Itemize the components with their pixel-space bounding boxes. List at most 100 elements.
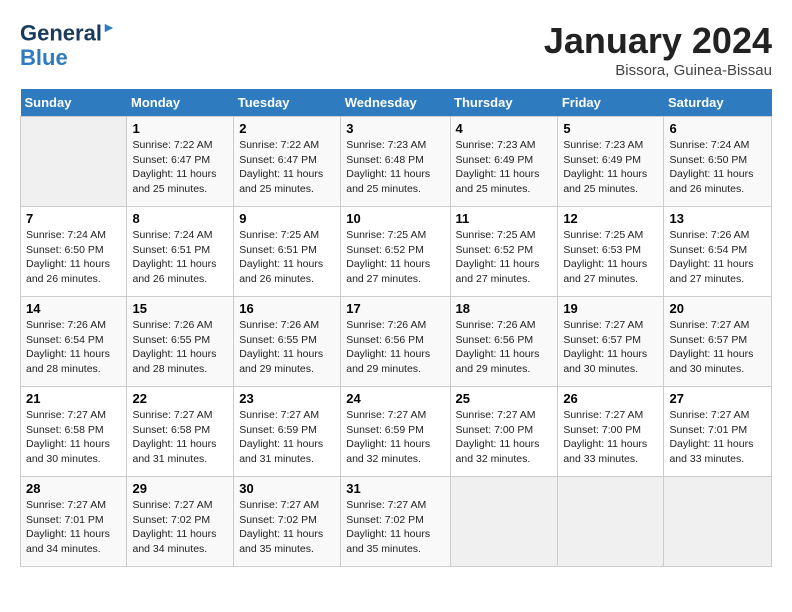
- weekday-monday: Monday: [127, 89, 234, 117]
- day-info: Sunrise: 7:27 AM Sunset: 7:02 PM Dayligh…: [239, 498, 335, 557]
- calendar-cell: 14Sunrise: 7:26 AM Sunset: 6:54 PM Dayli…: [21, 297, 127, 387]
- day-number: 31: [346, 481, 444, 496]
- weekday-wednesday: Wednesday: [341, 89, 450, 117]
- calendar-cell: 6Sunrise: 7:24 AM Sunset: 6:50 PM Daylig…: [664, 117, 772, 207]
- day-number: 27: [669, 391, 766, 406]
- day-info: Sunrise: 7:23 AM Sunset: 6:49 PM Dayligh…: [563, 138, 658, 197]
- calendar-cell: 22 Sunrise: 7:27 AM Sunset: 6:58 PM Dayli…: [127, 387, 234, 477]
- day-number: 18: [456, 301, 553, 316]
- calendar-cell: 4 Sunrise: 7:23 AM Sunset: 6:49 PM Daylig…: [450, 117, 558, 207]
- weekday-tuesday: Tuesday: [234, 89, 341, 117]
- day-info: Sunrise: 7:26 AM Sunset: 6:54 PM Dayligh…: [26, 318, 121, 377]
- weekday-header-row: SundayMondayTuesdayWednesdayThursdayFrid…: [21, 89, 772, 117]
- day-number: 16: [239, 301, 335, 316]
- day-info: Sunrise: 7:25 AM Sunset: 6:52 PM Dayligh…: [456, 228, 553, 287]
- day-info: Sunrise: 7:22 AM Sunset: 6:47 PM Dayligh…: [132, 138, 228, 197]
- day-info: Sunrise: 7:27 AM Sunset: 7:01 PM Dayligh…: [26, 498, 121, 557]
- day-info: Sunrise: 7:26 AM Sunset: 6:54 PM Dayligh…: [669, 228, 766, 287]
- day-number: 26: [563, 391, 658, 406]
- day-number: 23: [239, 391, 335, 406]
- calendar-cell: 5 Sunrise: 7:23 AM Sunset: 6:49 PM Daylig…: [558, 117, 664, 207]
- day-info: Sunrise: 7:27 AM Sunset: 6:57 PM Dayligh…: [669, 318, 766, 377]
- day-info: Sunrise: 7:24 AM Sunset: 6:50 PM Dayligh…: [26, 228, 121, 287]
- calendar-cell: 15 Sunrise: 7:26 AM Sunset: 6:55 PM Dayli…: [127, 297, 234, 387]
- calendar-cell: [664, 477, 772, 567]
- day-info: Sunrise: 7:23 AM Sunset: 6:49 PM Dayligh…: [456, 138, 553, 197]
- calendar-cell: 11 Sunrise: 7:25 AM Sunset: 6:52 PM Dayli…: [450, 207, 558, 297]
- day-number: 20: [669, 301, 766, 316]
- day-number: 12: [563, 211, 658, 226]
- day-number: 11: [456, 211, 553, 226]
- calendar-cell: 19 Sunrise: 7:27 AM Sunset: 6:57 PM Dayli…: [558, 297, 664, 387]
- calendar-cell: 21Sunrise: 7:27 AM Sunset: 6:58 PM Dayli…: [21, 387, 127, 477]
- calendar-cell: 27 Sunrise: 7:27 AM Sunset: 7:01 PM Dayli…: [664, 387, 772, 477]
- calendar-cell: 8 Sunrise: 7:24 AM Sunset: 6:51 PM Daylig…: [127, 207, 234, 297]
- calendar-cell: 20 Sunrise: 7:27 AM Sunset: 6:57 PM Dayli…: [664, 297, 772, 387]
- day-info: Sunrise: 7:23 AM Sunset: 6:48 PM Dayligh…: [346, 138, 444, 197]
- day-number: 3: [346, 121, 444, 136]
- day-number: 29: [132, 481, 228, 496]
- day-info: Sunrise: 7:27 AM Sunset: 6:58 PM Dayligh…: [26, 408, 121, 467]
- day-number: 24: [346, 391, 444, 406]
- day-number: 22: [132, 391, 228, 406]
- day-number: 5: [563, 121, 658, 136]
- calendar-cell: 12 Sunrise: 7:25 AM Sunset: 6:53 PM Dayli…: [558, 207, 664, 297]
- week-row-5: 28 Sunrise: 7:27 AM Sunset: 7:01 PM Dayli…: [21, 477, 772, 567]
- day-info: Sunrise: 7:27 AM Sunset: 7:00 PM Dayligh…: [563, 408, 658, 467]
- logo-blue: Blue: [20, 45, 68, 70]
- calendar-cell: 17 Sunrise: 7:26 AM Sunset: 6:56 PM Dayli…: [341, 297, 450, 387]
- day-info: Sunrise: 7:27 AM Sunset: 6:59 PM Dayligh…: [239, 408, 335, 467]
- day-info: Sunrise: 7:25 AM Sunset: 6:52 PM Dayligh…: [346, 228, 444, 287]
- day-number: 1: [132, 121, 228, 136]
- day-number: 10: [346, 211, 444, 226]
- calendar-cell: 26 Sunrise: 7:27 AM Sunset: 7:00 PM Dayli…: [558, 387, 664, 477]
- calendar-cell: 9Sunrise: 7:25 AM Sunset: 6:51 PM Daylig…: [234, 207, 341, 297]
- calendar-table: SundayMondayTuesdayWednesdayThursdayFrid…: [20, 89, 772, 567]
- calendar-cell: 25 Sunrise: 7:27 AM Sunset: 7:00 PM Dayli…: [450, 387, 558, 477]
- day-info: Sunrise: 7:27 AM Sunset: 6:59 PM Dayligh…: [346, 408, 444, 467]
- calendar-cell: 28 Sunrise: 7:27 AM Sunset: 7:01 PM Dayli…: [21, 477, 127, 567]
- day-info: Sunrise: 7:22 AM Sunset: 6:47 PM Dayligh…: [239, 138, 335, 197]
- day-number: 19: [563, 301, 658, 316]
- day-number: 4: [456, 121, 553, 136]
- week-row-4: 21Sunrise: 7:27 AM Sunset: 6:58 PM Dayli…: [21, 387, 772, 477]
- day-number: 7: [26, 211, 121, 226]
- calendar-body: 1 Sunrise: 7:22 AM Sunset: 6:47 PM Daylig…: [21, 117, 772, 567]
- weekday-thursday: Thursday: [450, 89, 558, 117]
- day-info: Sunrise: 7:27 AM Sunset: 6:58 PM Dayligh…: [132, 408, 228, 467]
- calendar-cell: [450, 477, 558, 567]
- calendar-cell: 31 Sunrise: 7:27 AM Sunset: 7:02 PM Dayli…: [341, 477, 450, 567]
- day-info: Sunrise: 7:27 AM Sunset: 7:00 PM Dayligh…: [456, 408, 553, 467]
- day-number: 17: [346, 301, 444, 316]
- calendar-cell: 2 Sunrise: 7:22 AM Sunset: 6:47 PM Daylig…: [234, 117, 341, 207]
- calendar-cell: [558, 477, 664, 567]
- calendar-cell: 7 Sunrise: 7:24 AM Sunset: 6:50 PM Daylig…: [21, 207, 127, 297]
- day-info: Sunrise: 7:25 AM Sunset: 6:53 PM Dayligh…: [563, 228, 658, 287]
- logo-text: General►: [20, 20, 116, 46]
- calendar-cell: 18 Sunrise: 7:26 AM Sunset: 6:56 PM Dayli…: [450, 297, 558, 387]
- day-info: Sunrise: 7:27 AM Sunset: 7:02 PM Dayligh…: [346, 498, 444, 557]
- calendar-cell: 16Sunrise: 7:26 AM Sunset: 6:55 PM Dayli…: [234, 297, 341, 387]
- day-info: Sunrise: 7:26 AM Sunset: 6:55 PM Dayligh…: [132, 318, 228, 377]
- calendar-cell: 3 Sunrise: 7:23 AM Sunset: 6:48 PM Daylig…: [341, 117, 450, 207]
- day-number: 25: [456, 391, 553, 406]
- day-info: Sunrise: 7:26 AM Sunset: 6:56 PM Dayligh…: [346, 318, 444, 377]
- logo: General► Blue: [20, 20, 116, 70]
- day-number: 2: [239, 121, 335, 136]
- day-info: Sunrise: 7:24 AM Sunset: 6:51 PM Dayligh…: [132, 228, 228, 287]
- day-info: Sunrise: 7:27 AM Sunset: 6:57 PM Dayligh…: [563, 318, 658, 377]
- day-number: 8: [132, 211, 228, 226]
- title-area: January 2024 Bissora, Guinea-Bissau: [544, 20, 772, 79]
- weekday-sunday: Sunday: [21, 89, 127, 117]
- day-info: Sunrise: 7:24 AM Sunset: 6:50 PM Dayligh…: [669, 138, 766, 197]
- calendar-cell: 29Sunrise: 7:27 AM Sunset: 7:02 PM Dayli…: [127, 477, 234, 567]
- day-info: Sunrise: 7:25 AM Sunset: 6:51 PM Dayligh…: [239, 228, 335, 287]
- month-title: January 2024: [544, 20, 772, 62]
- day-number: 15: [132, 301, 228, 316]
- day-info: Sunrise: 7:27 AM Sunset: 7:01 PM Dayligh…: [669, 408, 766, 467]
- day-number: 28: [26, 481, 121, 496]
- week-row-1: 1 Sunrise: 7:22 AM Sunset: 6:47 PM Daylig…: [21, 117, 772, 207]
- week-row-3: 14Sunrise: 7:26 AM Sunset: 6:54 PM Dayli…: [21, 297, 772, 387]
- day-info: Sunrise: 7:26 AM Sunset: 6:56 PM Dayligh…: [456, 318, 553, 377]
- day-number: 30: [239, 481, 335, 496]
